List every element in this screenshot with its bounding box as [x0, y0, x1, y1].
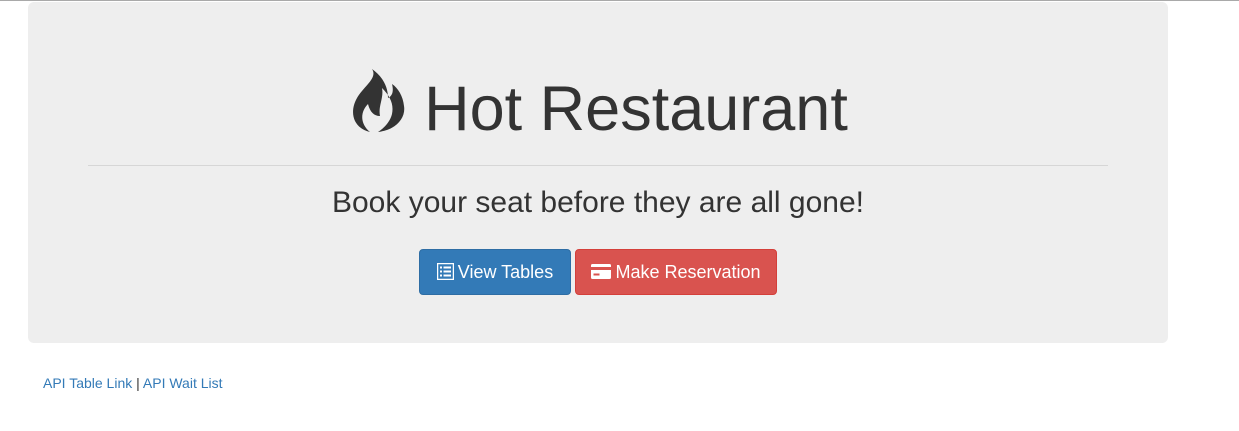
- view-tables-label: View Tables: [457, 262, 554, 282]
- credit-card-icon: [591, 263, 612, 279]
- divider: [88, 165, 1108, 166]
- jumbotron: Hot Restaurant Book your seat before the…: [28, 2, 1168, 343]
- make-reservation-label: Make Reservation: [615, 262, 761, 282]
- title-text: Hot Restaurant: [424, 74, 848, 144]
- make-reservation-button[interactable]: Make Reservation: [575, 249, 777, 295]
- link-separator: |: [136, 375, 140, 391]
- api-links: API Table Link | API Wait List: [43, 374, 223, 392]
- page-title: Hot Restaurant: [28, 66, 1168, 152]
- fire-icon: [348, 68, 406, 134]
- top-border: [0, 0, 1239, 1]
- view-tables-button[interactable]: View Tables: [419, 249, 571, 295]
- api-table-link[interactable]: API Table Link: [43, 375, 132, 391]
- list-alt-icon: [436, 262, 454, 280]
- api-wait-list-link[interactable]: API Wait List: [143, 375, 223, 391]
- tagline: Book your seat before they are all gone!: [331, 186, 864, 219]
